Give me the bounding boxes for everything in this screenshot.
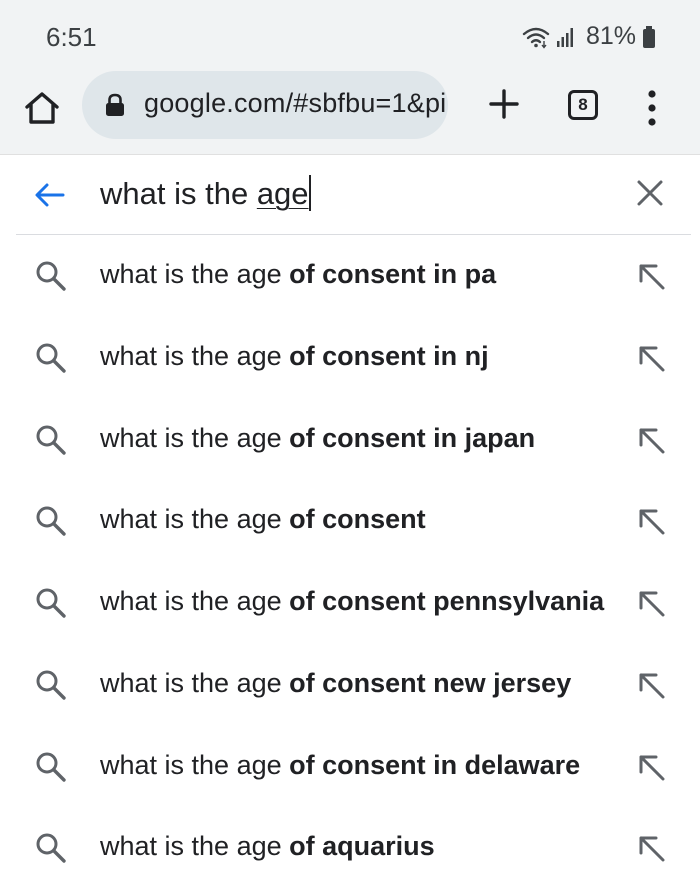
browser-toolbar: google.com/#sbfbu=1&pi 8 — [0, 71, 700, 155]
suggestion-completion: of consent in nj — [289, 340, 489, 371]
search-icon — [34, 341, 68, 380]
omnibox-url: google.com/#sbfbu=1&pi — [144, 88, 447, 118]
status-indicators: 81% — [522, 22, 656, 51]
suggestion-prefix: what is the age — [100, 422, 290, 453]
signal-icon — [556, 25, 576, 49]
suggestion-text: what is the age of consent in nj — [100, 341, 489, 372]
suggestion-completion: of aquarius — [289, 831, 435, 862]
arrow-up-left-icon — [639, 836, 665, 862]
arrow-up-left-icon — [639, 673, 665, 699]
suggestion-prefix: what is the age — [100, 259, 290, 289]
new-tab-button[interactable] — [484, 84, 524, 124]
fill-query-button[interactable] — [634, 586, 668, 620]
suggestion-item[interactable]: what is the age of consent pennsylvania — [0, 562, 700, 644]
status-bar: 6:51 81% — [0, 0, 700, 72]
battery-icon — [642, 25, 656, 49]
suggestion-text: what is the age of consent new jersey — [100, 668, 571, 699]
suggestion-completion: of consent in pa — [289, 259, 497, 289]
suggestion-completion: of consent — [289, 504, 426, 535]
suggestion-item[interactable]: what is the age of aquarius — [0, 807, 700, 889]
arrow-back-icon — [32, 183, 68, 217]
fill-query-button[interactable] — [634, 668, 668, 702]
more-vert-icon — [640, 90, 664, 134]
back-button[interactable] — [32, 177, 68, 213]
arrow-up-left-icon — [639, 346, 665, 372]
suggestion-item[interactable]: what is the age of consent in pa — [0, 235, 700, 317]
omnibox[interactable]: google.com/#sbfbu=1&pi — [82, 71, 448, 139]
arrow-up-left-icon — [639, 509, 665, 535]
battery-percent: 81% — [585, 22, 636, 50]
fill-query-button[interactable] — [634, 831, 668, 865]
arrow-up-left-icon — [639, 264, 665, 290]
more-menu-button[interactable] — [640, 86, 664, 130]
fill-query-button[interactable] — [634, 341, 668, 375]
fill-query-button[interactable] — [634, 504, 668, 538]
search-icon — [34, 668, 68, 707]
suggestion-text: what is the age of consent in delaware — [100, 750, 580, 781]
search-icon — [34, 750, 68, 789]
query-prefix: what is the — [100, 176, 257, 211]
fill-query-button[interactable] — [634, 750, 668, 784]
suggestion-completion: of consent new jersey — [289, 667, 572, 698]
suggestion-text: what is the age of consent pennsylvania — [100, 586, 604, 617]
close-icon — [634, 180, 666, 213]
query-composing-word: age — [256, 176, 309, 211]
search-icon — [34, 423, 68, 462]
fill-query-button[interactable] — [634, 423, 668, 457]
arrow-up-left-icon — [639, 755, 665, 780]
text-caret — [308, 175, 311, 211]
suggestion-text: what is the age of consent in pa — [100, 259, 496, 290]
home-icon — [20, 92, 64, 134]
suggestion-completion: of consent in delaware — [289, 749, 581, 780]
suggestion-prefix: what is the age — [100, 667, 290, 698]
arrow-up-left-icon — [639, 591, 665, 617]
search-icon — [34, 831, 68, 870]
tab-switcher-button[interactable]: 8 — [568, 90, 598, 120]
suggestion-prefix: what is the age — [100, 749, 290, 780]
suggestion-completion: of consent pennsylvania — [289, 586, 605, 616]
suggestion-text: what is the age of aquarius — [100, 831, 435, 862]
suggestion-item[interactable]: what is the age of consent in delaware — [0, 726, 700, 808]
lock-icon[interactable] — [104, 93, 126, 122]
home-button[interactable] — [20, 86, 64, 130]
plus-icon — [484, 89, 524, 128]
search-icon — [34, 504, 68, 543]
suggestion-prefix: what is the age — [100, 586, 290, 616]
search-input[interactable]: what is the age — [100, 175, 311, 212]
search-icon — [34, 259, 68, 298]
search-icon — [34, 586, 68, 625]
suggestion-item[interactable]: what is the age of consent in nj — [0, 317, 700, 399]
wifi-icon — [522, 25, 550, 49]
suggestion-item[interactable]: what is the age of consent in japan — [0, 399, 700, 481]
suggestion-completion: of consent in japan — [289, 422, 536, 453]
suggestion-text: what is the age of consent — [100, 504, 426, 535]
suggestion-item[interactable]: what is the age of consent — [0, 480, 700, 562]
suggestion-prefix: what is the age — [100, 340, 290, 371]
suggestion-list: what is the age of consent in pa what is… — [0, 235, 700, 889]
tab-count: 8 — [578, 95, 588, 114]
search-input-row: what is the age — [0, 155, 700, 235]
status-time: 6:51 — [46, 22, 97, 52]
clear-button[interactable] — [634, 177, 666, 209]
fill-query-button[interactable] — [634, 259, 668, 293]
suggestion-prefix: what is the age — [100, 831, 290, 862]
suggestion-item[interactable]: what is the age of consent new jersey — [0, 644, 700, 726]
arrow-up-left-icon — [639, 428, 665, 453]
suggestion-text: what is the age of consent in japan — [100, 423, 535, 454]
suggestion-prefix: what is the age — [100, 504, 290, 535]
